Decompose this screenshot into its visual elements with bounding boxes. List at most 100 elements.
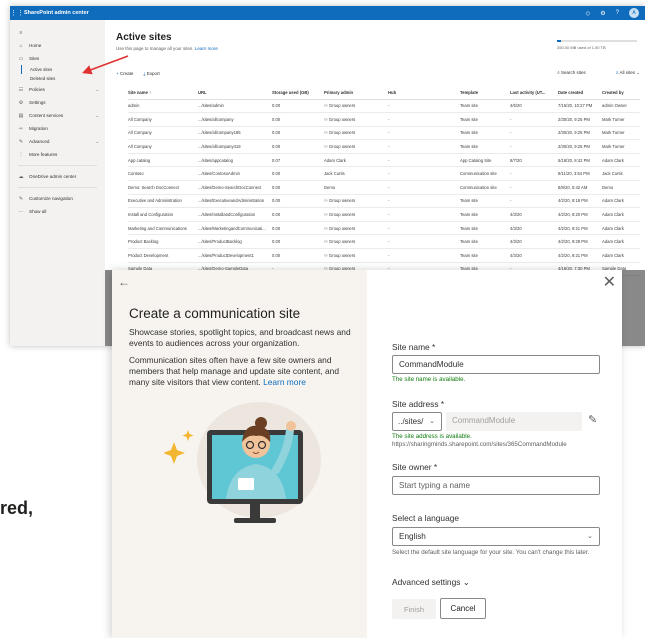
column-header[interactable]: Primary admin: [324, 86, 388, 100]
table-row[interactable]: admin .../sites/admin 0.00 ⚇ Group owners - T…: [128, 99, 640, 114]
column-header[interactable]: Last activity (UT...: [510, 86, 558, 100]
nav-item-onedrive[interactable]: ☁ OneDrive admin center: [10, 170, 105, 183]
column-header[interactable]: Template: [460, 86, 510, 100]
table-cell: Adam Clark: [602, 234, 640, 250]
content-services-icon: ▤: [18, 112, 24, 119]
table-row[interactable]: All Company .../sites/allcompany418 0.00 ⚇ …: [128, 139, 640, 154]
column-header[interactable]: Created by: [602, 86, 640, 100]
search-placeholder: Search sites: [561, 70, 586, 75]
table-row[interactable]: Contoso .../sites/ContosoAdmin 0.00 Jack Cu…: [128, 166, 640, 182]
table-row[interactable]: All Company .../sites/allcompany 0.00 ⚇ Gro…: [128, 112, 640, 127]
finish-button[interactable]: Finish: [392, 599, 436, 619]
site-address-input[interactable]: CommandModule: [446, 412, 582, 431]
advanced-settings-label: Advanced settings: [392, 577, 461, 587]
table-cell: 0.00: [272, 139, 324, 154]
nav-item-show-all[interactable]: ··· Show all: [10, 205, 105, 218]
table-cell: Adam Clark: [602, 248, 640, 263]
table-cell: -: [388, 166, 460, 182]
page-title: Active sites: [116, 32, 172, 43]
chevron-down-icon: ⌄: [95, 87, 99, 92]
search-box[interactable]: ⌕ Search sites: [557, 70, 586, 76]
nav-item-customize[interactable]: ✎ Customize navigation: [10, 192, 105, 205]
back-arrow-icon[interactable]: ←: [118, 275, 130, 289]
table-row[interactable]: Product Development .../sites/ProductDeve…: [128, 248, 640, 263]
cell-text: Group owners: [328, 212, 356, 218]
table-cell: .../sites/MarketingandCommunicati...: [198, 221, 272, 236]
table-cell: 2/30/20, 9:25 PM: [558, 112, 602, 127]
hamburger-icon[interactable]: ≡: [18, 30, 24, 36]
table-cell: All Company: [128, 139, 198, 154]
cell-text: Group owners: [328, 239, 356, 245]
table-cell: -: [388, 139, 460, 154]
notifications-icon[interactable]: ◇: [586, 10, 591, 17]
table-cell: Product Backlog: [128, 234, 198, 250]
table-row[interactable]: Install and Configuration .../sites/Insta…: [128, 207, 640, 222]
nav-item-migration[interactable]: ⇨ Migration: [10, 122, 105, 135]
column-header[interactable]: Date created: [558, 86, 602, 100]
avatar[interactable]: A: [629, 8, 639, 18]
nav-item-active-sites[interactable]: Active sites: [21, 65, 105, 74]
nav-item-more-features[interactable]: ⋮ More features: [10, 148, 105, 161]
site-name-input[interactable]: CommandModule: [392, 355, 600, 374]
table-cell: Jack Curtis: [324, 166, 388, 182]
nav-label: Content services: [29, 113, 64, 118]
nav-item-advanced[interactable]: ✎ Advanced ⌄: [10, 135, 105, 148]
nav-collapse[interactable]: ≡: [10, 26, 105, 39]
create-button[interactable]: + Create: [116, 71, 133, 76]
nav-item-home[interactable]: ⌂ Home: [10, 39, 105, 52]
column-header[interactable]: URL: [198, 86, 272, 100]
storage-usage: 350.00 MB used of 1.00 TB: [557, 40, 637, 50]
settings-icon: ⚙: [18, 99, 24, 106]
table-cell: 5/18/20, 8:42 PM: [558, 153, 602, 168]
table-row[interactable]: Marketing and Communications .../sites/Ma…: [128, 221, 640, 236]
table-row[interactable]: All Company .../sites/allcompany185 0.00 ⚇ …: [128, 126, 640, 141]
table-cell: .../sites/allcompany: [198, 112, 272, 127]
table-cell: ⚇ Group owners: [324, 207, 388, 222]
top-icons: ◇ ⚙ ? A: [586, 8, 639, 18]
nav-item-policies[interactable]: ☷ Policies ⌄: [10, 83, 105, 96]
language-dropdown[interactable]: English ⌄: [392, 527, 600, 546]
nav-item-sites[interactable]: ▭ Sites: [10, 52, 105, 65]
nav-label: More features: [29, 152, 58, 157]
table-row[interactable]: Product Backlog .../sites/ProductBacklog 0…: [128, 234, 640, 250]
table-cell: -: [388, 194, 460, 209]
advanced-settings-toggle[interactable]: Advanced settings ⌄: [392, 577, 470, 587]
table-cell: 0.00: [272, 99, 324, 114]
table-cell: 4/2/20, 9:29 PM: [558, 234, 602, 250]
nav-item-settings[interactable]: ⚙ Settings: [10, 96, 105, 109]
help-icon[interactable]: ?: [616, 10, 619, 16]
table-row[interactable]: Executive and Administration .../sites/Ex…: [128, 194, 640, 209]
site-address-prefix-dropdown[interactable]: ../sites/ ⌄: [392, 412, 442, 431]
nav-item-content-services[interactable]: ▤ Content services ⌄: [10, 109, 105, 122]
table-cell: -: [388, 180, 460, 195]
learn-more-link[interactable]: Learn more: [195, 46, 218, 51]
table-cell: Jack Curtis: [602, 166, 640, 182]
table-cell: Team site: [460, 194, 510, 209]
site-owner-input[interactable]: Start typing a name: [392, 476, 600, 495]
app-launcher-icon[interactable]: ⋮⋮: [10, 9, 24, 17]
table-cell: Team site: [460, 207, 510, 222]
policies-icon: ☷: [18, 86, 24, 93]
table-cell: Team site: [460, 139, 510, 154]
column-header[interactable]: Site name ↑: [128, 86, 198, 100]
table-row[interactable]: Demo: Search DocConnect .../sites/Demo-Se…: [128, 180, 640, 195]
column-header[interactable]: Hub: [388, 86, 460, 100]
table-cell: .../sites/ContosoAdmin: [198, 166, 272, 182]
table-row[interactable]: App catalog .../sites/appcatalog 0.07 Adam …: [128, 153, 640, 168]
cell-text: Group owners: [328, 103, 356, 109]
site-name-status: The site name is available.: [392, 376, 466, 383]
view-filter[interactable]: ≡ All sites ⌄: [616, 70, 640, 76]
cancel-button[interactable]: Cancel: [440, 598, 486, 619]
cell-text: Group owners: [328, 252, 356, 258]
export-button[interactable]: ⤓ Export: [143, 71, 159, 76]
column-header[interactable]: Storage used (GB): [272, 86, 324, 100]
nav-item-deleted-sites[interactable]: Deleted sites: [10, 74, 105, 83]
table-cell: 7/15/20, 10:27 PM: [558, 99, 602, 114]
table-cell: -: [510, 139, 558, 154]
table-cell: -: [388, 153, 460, 168]
table-cell: Adam Clark: [602, 153, 640, 168]
settings-gear-icon[interactable]: ⚙: [600, 10, 605, 17]
table-cell: 2/30/20, 9:25 PM: [558, 126, 602, 141]
edit-pencil-icon[interactable]: ✎: [588, 413, 597, 426]
panel-learn-more-link[interactable]: Learn more: [263, 377, 306, 387]
